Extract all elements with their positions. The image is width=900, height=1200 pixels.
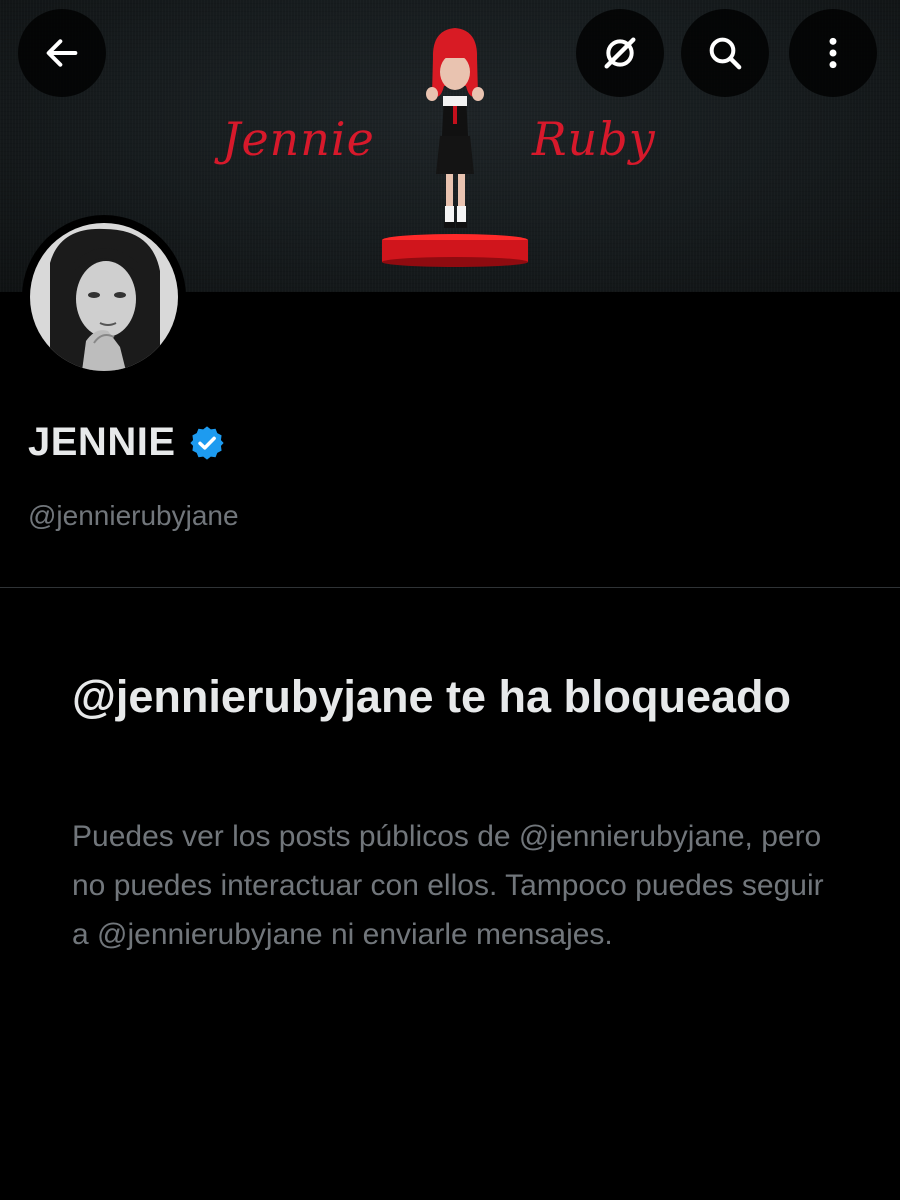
verified-badge-icon[interactable]	[188, 424, 226, 462]
grok-button[interactable]	[576, 9, 664, 97]
grok-icon	[604, 37, 636, 69]
banner-script-right: Ruby	[532, 112, 656, 166]
search-icon	[709, 37, 742, 70]
arrow-left-icon	[46, 39, 78, 67]
more-options-button[interactable]	[789, 9, 877, 97]
profile-avatar[interactable]	[22, 215, 186, 379]
blocked-notice-description: Puedes ver los posts públicos de @jennie…	[72, 820, 824, 951]
profile-handle: @jennierubyjane	[28, 500, 239, 531]
profile-name-row: JENNIE	[28, 420, 226, 465]
more-vertical-icon	[829, 37, 837, 69]
banner-figure-illustration	[382, 28, 528, 267]
blocked-notice-title: @jennierubyjane te ha bloqueado	[72, 671, 791, 722]
profile-name: JENNIE	[28, 420, 176, 464]
back-button[interactable]	[18, 9, 106, 97]
divider	[0, 587, 900, 588]
avatar-photo	[30, 223, 178, 371]
banner-script-left: Jennie	[222, 112, 375, 166]
search-button[interactable]	[681, 9, 769, 97]
